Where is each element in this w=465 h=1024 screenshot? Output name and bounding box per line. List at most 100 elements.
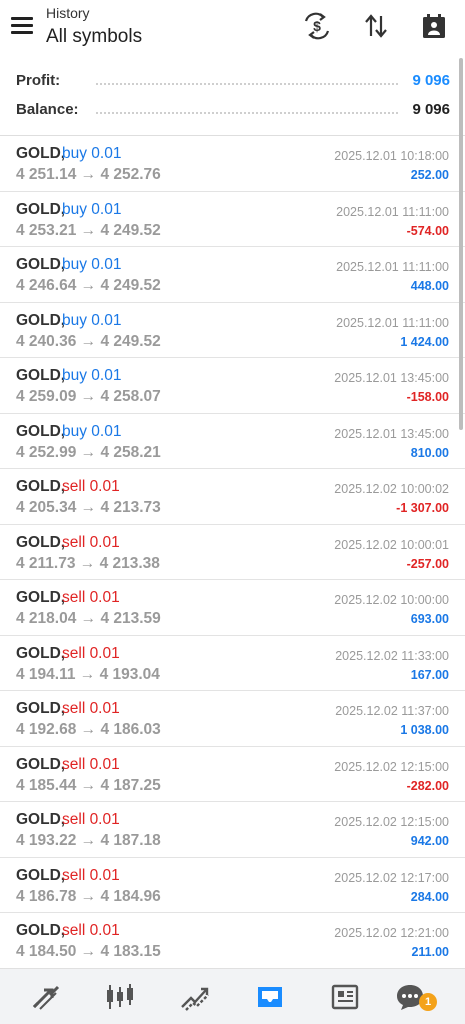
deal-symbol: GOLD, (16, 311, 66, 329)
deal-row[interactable]: GOLD, buy 0.01 4 240.36 → 4 249.52 2025.12.… (0, 303, 465, 358)
quotes-icon[interactable] (30, 981, 62, 1013)
deal-profit: 284.00 (410, 889, 449, 904)
page-title[interactable]: All symbols (46, 26, 142, 48)
calendar-icon[interactable] (420, 12, 448, 40)
deal-action: sell 0.01 (62, 811, 120, 828)
deal-prices: 4 253.21 → 4 249.52 (16, 221, 161, 239)
deal-time: 2025.12.02 11:37:00 (335, 704, 449, 718)
chart-icon[interactable] (104, 981, 136, 1013)
history-icon[interactable] (254, 981, 286, 1013)
deal-symbol: GOLD, (16, 478, 66, 495)
deal-action: buy 0.01 (62, 145, 122, 162)
deal-action: sell 0.01 (62, 755, 120, 773)
deal-row[interactable]: GOLD, buy 0.01 4 246.64 → 4 249.52 2025.12.… (0, 247, 465, 303)
top-bar: History All symbols $ (0, 0, 465, 58)
menu-icon[interactable] (11, 16, 33, 34)
currency-icon[interactable]: $ (303, 12, 331, 40)
deal-time: 2025.12.01 11:11:00 (336, 315, 449, 330)
deal-action: sell 0.01 (62, 866, 120, 884)
deal-row[interactable]: GOLD, sell 0.01 4 205.34 → 4 213.73 2025.12… (0, 469, 465, 525)
deal-symbol: GOLD, (16, 644, 66, 662)
deal-row[interactable]: GOLD, buy 0.01 4 251.14 → 4 252.76 2025.12.… (0, 136, 465, 192)
deal-symbol: GOLD, (16, 811, 66, 828)
deal-time: 2025.12.02 10:00:00 (334, 593, 449, 607)
news-icon[interactable] (329, 981, 361, 1013)
deal-profit: -1 307.00 (396, 501, 449, 515)
deal-time: 2025.12.01 11:11:00 (336, 204, 449, 219)
scrollbar[interactable] (459, 58, 463, 430)
deal-profit: 1 424.00 (400, 334, 449, 349)
deal-prices: 4 240.36 → 4 249.52 (16, 332, 161, 350)
deal-action: buy 0.01 (62, 311, 122, 329)
svg-text:$: $ (313, 18, 321, 34)
deal-time: 2025.12.01 10:18:00 (334, 149, 449, 163)
deal-profit: 448.00 (410, 279, 449, 293)
deal-row[interactable]: GOLD, sell 0.01 4 211.73 → 4 213.38 2025.12… (0, 525, 465, 580)
deal-prices: 4 246.64 → 4 249.52 (16, 277, 161, 294)
deal-row[interactable]: GOLD, sell 0.01 4 194.11 → 4 193.04 2025.12… (0, 636, 465, 691)
deal-row[interactable]: GOLD, buy 0.01 4 253.21 → 4 249.52 2025.12.… (0, 192, 465, 247)
deal-profit: -158.00 (406, 390, 449, 404)
deal-symbol: GOLD, (16, 145, 66, 162)
deal-prices: 4 186.78 → 4 184.96 (16, 887, 161, 905)
trade-icon[interactable] (179, 981, 211, 1013)
deal-profit: 167.00 (410, 667, 449, 682)
deal-symbol: GOLD, (16, 589, 66, 606)
deal-profit: 942.00 (410, 834, 449, 848)
deal-profit: 693.00 (410, 612, 449, 626)
deal-action: buy 0.01 (62, 367, 122, 384)
deal-row[interactable]: GOLD, sell 0.01 4 192.68 → 4 186.03 2025.12… (0, 691, 465, 747)
deal-time: 2025.12.02 12:15:00 (334, 815, 449, 829)
deal-action: sell 0.01 (62, 644, 120, 662)
deal-action: sell 0.01 (62, 922, 120, 939)
deal-row[interactable]: GOLD, sell 0.01 4 193.22 → 4 187.18 2025.12… (0, 802, 465, 858)
deal-prices: 4 259.09 → 4 258.07 (16, 388, 161, 405)
deal-prices: 4 205.34 → 4 213.73 (16, 499, 161, 516)
deal-action: sell 0.01 (62, 533, 120, 551)
deal-symbol: GOLD, (16, 922, 66, 939)
deal-prices: 4 185.44 → 4 187.25 (16, 776, 161, 794)
deal-symbol: GOLD, (16, 755, 66, 773)
deal-time: 2025.12.02 12:15:00 (334, 759, 449, 774)
deal-action: sell 0.01 (62, 478, 120, 495)
deal-row[interactable]: GOLD, sell 0.01 4 218.04 → 4 213.59 2025.12… (0, 580, 465, 636)
profit-label: Profit: (16, 72, 61, 89)
deal-action: buy 0.01 (62, 256, 122, 273)
deal-row[interactable]: GOLD, sell 0.01 4 184.50 → 4 183.15 2025.12… (0, 913, 465, 969)
deal-row[interactable]: GOLD, buy 0.01 4 252.99 → 4 258.21 2025.12.… (0, 414, 465, 469)
deal-symbol: GOLD, (16, 700, 66, 717)
deal-prices: 4 194.11 → 4 193.04 (16, 665, 160, 683)
deal-symbol: GOLD, (16, 422, 66, 440)
deal-profit: 211.00 (411, 945, 449, 959)
profit-row: Profit: 9 096 (16, 70, 450, 94)
balance-row: Balance: 9 096 (16, 99, 450, 123)
balance-label: Balance: (16, 101, 79, 118)
deal-time: 2025.12.01 13:45:00 (334, 426, 449, 441)
deal-time: 2025.12.02 10:00:01 (334, 537, 449, 552)
deal-profit: 810.00 (410, 445, 449, 460)
deal-time: 2025.12.02 12:21:00 (334, 926, 449, 940)
deal-action: sell 0.01 (62, 589, 120, 606)
deal-row[interactable]: GOLD, sell 0.01 4 186.78 → 4 184.96 2025.12… (0, 858, 465, 913)
chat-badge: 1 (419, 993, 437, 1011)
deal-prices: 4 252.99 → 4 258.21 (16, 443, 161, 461)
profit-value: 9 096 (412, 72, 450, 89)
balance-value: 9 096 (412, 101, 450, 118)
deal-symbol: GOLD, (16, 367, 66, 384)
deal-time: 2025.12.01 13:45:00 (334, 371, 449, 385)
page-subtitle: History (46, 5, 90, 21)
deal-time: 2025.12.02 10:00:02 (334, 482, 449, 496)
deal-action: buy 0.01 (62, 422, 122, 440)
deal-symbol: GOLD, (16, 533, 66, 551)
deal-profit: -257.00 (406, 556, 449, 571)
deal-prices: 4 192.68 → 4 186.03 (16, 721, 161, 738)
deal-profit: 1 038.00 (400, 723, 449, 737)
deal-prices: 4 211.73 → 4 213.38 (16, 554, 160, 572)
deal-row[interactable]: GOLD, buy 0.01 4 259.09 → 4 258.07 2025.12.… (0, 358, 465, 414)
deal-profit: -282.00 (406, 778, 449, 793)
deal-time: 2025.12.02 11:33:00 (335, 648, 449, 663)
deal-row[interactable]: GOLD, sell 0.01 4 185.44 → 4 187.25 2025.12… (0, 747, 465, 802)
dotted-leader (96, 112, 398, 114)
deal-time: 2025.12.01 11:11:00 (336, 260, 449, 274)
sort-icon[interactable] (362, 12, 390, 40)
